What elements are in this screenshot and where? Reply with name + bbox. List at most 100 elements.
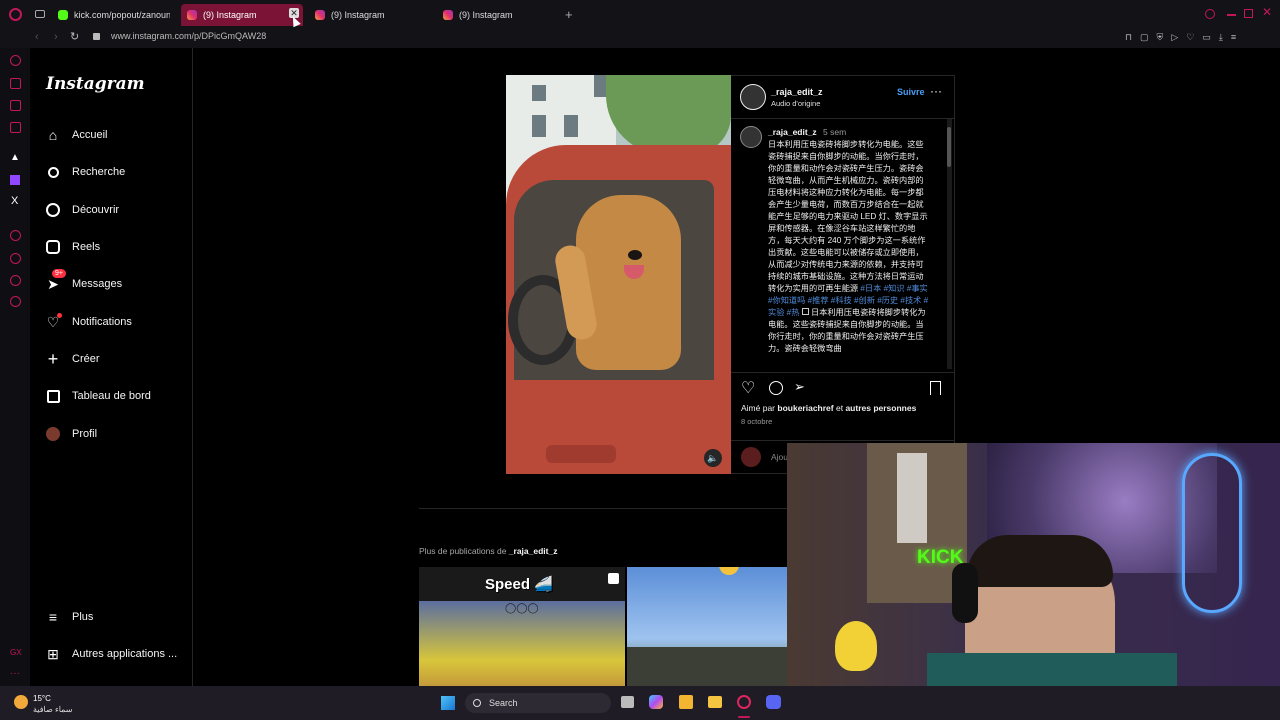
instagram-logo[interactable]: Instagram — [46, 74, 145, 94]
menu-icon[interactable]: ≡ — [1231, 32, 1236, 44]
nav-label: Créer — [72, 353, 100, 365]
twitch-icon[interactable] — [10, 175, 20, 185]
liked-by-and: et — [835, 403, 844, 413]
author-username[interactable]: _raja_edit_z — [771, 87, 823, 97]
lock-icon — [93, 33, 100, 40]
follow-button[interactable]: Suivre — [897, 87, 925, 97]
thumbnail-1[interactable]: Speed 🚄 ◯◯◯ — [419, 567, 625, 686]
tab-label: (9) Instagram — [331, 10, 385, 20]
pinboard-icon[interactable] — [10, 275, 21, 286]
player-icon[interactable]: ▷ — [1171, 32, 1178, 44]
caption-text: 日本利用压电瓷砖将脚步转化为电能。这些瓷砖捕捉来自你脚步的动能。当你行走时，你的… — [768, 140, 928, 293]
like-icon[interactable]: ♡ — [741, 378, 755, 398]
search-label: Search — [489, 698, 518, 708]
snapshot-icon[interactable]: ▢ — [1140, 32, 1149, 44]
wallet-icon[interactable]: ▭ — [1202, 32, 1211, 44]
x-icon[interactable]: X — [11, 195, 18, 207]
nav-other-apps[interactable]: ⊞ Autres applications ... — [44, 642, 177, 666]
pikachu-plush — [835, 621, 877, 671]
more-divider — [419, 508, 787, 509]
audio-label[interactable]: Audio d'origine — [771, 99, 820, 108]
gx-icon[interactable]: GX — [10, 648, 22, 657]
tab-label: kick.com/popout/zanoun — [74, 10, 170, 20]
aria-icon[interactable] — [10, 55, 21, 66]
opera-icon[interactable] — [9, 8, 22, 21]
nav-reels[interactable]: Reels — [44, 235, 100, 259]
caption-avatar[interactable] — [740, 126, 762, 148]
scrollbar-thumb[interactable] — [947, 127, 951, 167]
history-icon[interactable] — [10, 253, 21, 264]
caption-scrollbar[interactable] — [947, 119, 952, 369]
nav-profile[interactable]: Profil — [44, 422, 97, 446]
chat-icon[interactable] — [10, 100, 21, 111]
tab-instagram-3[interactable]: (9) Instagram — [437, 4, 559, 26]
thumbnail-2[interactable] — [627, 567, 787, 686]
heart-icon[interactable]: ♡ — [1186, 32, 1194, 44]
nav-create[interactable]: + Créer — [44, 347, 100, 371]
nav-search[interactable]: Recherche — [44, 160, 125, 184]
task-view-icon[interactable] — [621, 696, 634, 708]
hoodie — [927, 653, 1177, 686]
extensions-sidebar-icon[interactable] — [10, 78, 21, 89]
nav-label: Accueil — [72, 129, 108, 141]
store-icon[interactable] — [679, 695, 693, 709]
settings-icon[interactable] — [10, 296, 21, 307]
comment-input[interactable]: Ajouter un commentaire... — [771, 452, 787, 462]
messenger-sidebar-icon[interactable] — [10, 122, 21, 133]
explorer-icon[interactable] — [708, 696, 722, 708]
tab-instagram-active[interactable]: (9) Instagram — [181, 4, 303, 26]
bookmark-icon[interactable]: ⊓ — [1125, 32, 1132, 44]
back-icon[interactable]: ‹ — [35, 31, 39, 43]
forward-icon[interactable]: › — [54, 31, 58, 43]
mute-icon[interactable]: 🔈 — [704, 449, 722, 467]
weather-temp[interactable]: 15°C — [33, 694, 51, 703]
window-pane — [532, 85, 546, 101]
close-window-icon[interactable]: ✕ — [1262, 5, 1272, 19]
heart-icon: ♡ — [44, 313, 62, 331]
discord-icon[interactable] — [766, 695, 781, 709]
start-icon[interactable] — [441, 696, 455, 710]
copilot-icon[interactable] — [649, 695, 663, 709]
neon-light — [1182, 453, 1242, 613]
nav-dashboard[interactable]: Tableau de bord — [44, 384, 151, 408]
nav-more[interactable]: ≡ Plus — [44, 605, 94, 629]
share-icon[interactable]: ➢ — [794, 379, 805, 395]
more-sidebar-icon[interactable]: ··· — [10, 668, 20, 679]
nav-home[interactable]: ⌂ Accueil — [44, 123, 108, 147]
nav-explore[interactable]: Découvrir — [44, 198, 119, 222]
shield-icon[interactable]: ⛨ — [1157, 32, 1164, 44]
weather-icon[interactable] — [14, 695, 28, 709]
minimize-icon[interactable] — [1227, 14, 1236, 16]
liked-by-user[interactable]: boukeriachref — [777, 403, 833, 413]
nav-notifications[interactable]: ♡ Notifications — [44, 310, 132, 334]
more-posts-user[interactable]: _raja_edit_z — [509, 546, 558, 556]
tab-instagram-2[interactable]: (9) Instagram — [309, 4, 431, 26]
player-sidebar-icon[interactable] — [10, 230, 21, 241]
caption-username[interactable]: _raja_edit_z — [768, 127, 817, 137]
save-icon[interactable] — [930, 381, 941, 395]
tree-bg — [606, 75, 731, 155]
extensions-icons[interactable]: ⊓ ▢ ⛨ ▷ ♡ ▭ ⤓ ≡ — [1125, 32, 1265, 44]
post-date[interactable]: 8 octobre — [741, 417, 772, 426]
new-tab-icon[interactable]: + — [565, 7, 573, 22]
reload-icon[interactable]: ↻ — [70, 30, 79, 43]
author-avatar[interactable] — [740, 84, 766, 110]
nav-messages[interactable]: ➤ 9+ Messages — [44, 269, 122, 296]
maximize-icon[interactable] — [1244, 9, 1253, 18]
comment-icon[interactable] — [769, 381, 783, 395]
search-tabs-icon[interactable] — [1205, 9, 1215, 19]
post-video[interactable]: 🔈 — [506, 75, 731, 474]
more-options-icon[interactable]: ··· — [930, 84, 942, 98]
download-icon[interactable]: ⤓ — [1219, 32, 1223, 44]
taskbar-search[interactable]: Search — [465, 693, 611, 713]
url-field[interactable]: www.instagram.com/p/DPicGmQAW28 — [111, 31, 266, 41]
workspaces-icon[interactable] — [35, 10, 45, 18]
thumbnail-title: Speed 🚄 — [485, 576, 553, 593]
weather-desc[interactable]: سماء صافية — [33, 705, 73, 714]
kick-sidebar-icon[interactable]: ▲ — [10, 152, 20, 163]
liked-by-others[interactable]: autres personnes — [845, 403, 916, 413]
taskbar: 15°C سماء صافية Search — [0, 686, 1280, 720]
opera-gx-taskbar-icon[interactable] — [737, 695, 751, 709]
nav-label: Reels — [72, 241, 101, 253]
tab-kick[interactable]: kick.com/popout/zanoun — [52, 4, 170, 26]
